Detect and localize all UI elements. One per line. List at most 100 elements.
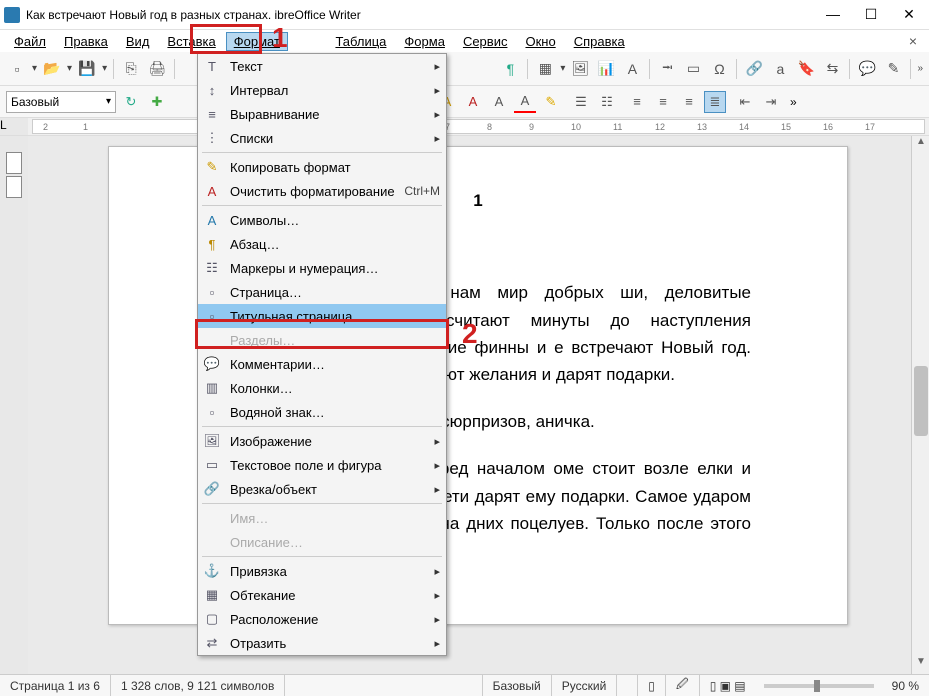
spacing-icon: ↕ <box>202 81 222 99</box>
callout-2-box <box>195 319 449 349</box>
minimize-button[interactable]: — <box>823 6 843 23</box>
menu-image[interactable]: 🖼Изображение▸ <box>198 429 446 453</box>
chevron-down-icon: ▾ <box>106 96 111 107</box>
menu-frame[interactable]: 🔗Врезка/объект▸ <box>198 477 446 501</box>
menu-arrange[interactable]: ▢Расположение▸ <box>198 607 446 631</box>
menu-wrap[interactable]: ▦Обтекание▸ <box>198 583 446 607</box>
clear-formatting-icon[interactable]: ✎ <box>540 91 562 113</box>
footnote-icon[interactable]: a <box>769 58 791 80</box>
menu-clone-formatting[interactable]: ✎Копировать формат <box>198 155 446 179</box>
menu-textbox-shape[interactable]: ▭Текстовое поле и фигура▸ <box>198 453 446 477</box>
indent-inc-icon[interactable]: ⇥ <box>760 91 782 113</box>
toolbar-overflow[interactable]: » <box>917 63 923 74</box>
status-insert[interactable] <box>617 675 638 696</box>
menu-window[interactable]: Окно <box>517 32 563 51</box>
menu-spacing[interactable]: ↕Интервал▸ <box>198 78 446 102</box>
brush-icon: ✎ <box>202 158 222 176</box>
update-style-icon[interactable]: ↻ <box>120 91 142 113</box>
toolbar2-overflow[interactable]: » <box>790 95 797 109</box>
callout-1-label: 1 <box>272 22 288 54</box>
menu-anchor[interactable]: ⚓Привязка▸ <box>198 559 446 583</box>
menu-edit[interactable]: Правка <box>56 32 116 51</box>
horizontal-ruler[interactable]: 2 1 6 7 8 9 10 11 12 13 14 15 16 17 <box>32 119 925 134</box>
fontcolor-icon[interactable]: A <box>462 91 484 113</box>
scroll-thumb[interactable] <box>914 366 928 436</box>
zoom-slider[interactable] <box>764 684 874 688</box>
page-icon: ▫ <box>202 283 222 301</box>
number-list-icon[interactable]: ☷ <box>596 91 618 113</box>
page-thumb[interactable] <box>6 176 22 198</box>
status-view-icons[interactable]: ▯ ▣ ▤ <box>700 675 756 696</box>
align-right-icon[interactable]: ≡ <box>678 91 700 113</box>
image-icon[interactable]: 🖼 <box>569 58 591 80</box>
chart-icon[interactable]: 📊 <box>595 58 617 80</box>
print-icon[interactable]: 🖨 <box>146 58 168 80</box>
page-pane <box>0 136 28 674</box>
status-zoom[interactable]: 90 % <box>882 675 929 696</box>
align-left-icon[interactable]: ≡ <box>626 91 648 113</box>
bookmark-icon[interactable]: 🔖 <box>795 58 817 80</box>
anchor-icon: ⚓ <box>202 562 222 580</box>
status-selection[interactable]: ▯ <box>638 675 666 696</box>
menu-page[interactable]: ▫Страница… <box>198 280 446 304</box>
close-document-button[interactable]: × <box>903 33 923 49</box>
menu-text[interactable]: TТекст▸ <box>198 54 446 78</box>
status-sig[interactable]: 🖉 <box>666 675 700 696</box>
format-dropdown: TТекст▸ ↕Интервал▸ ≡Выравнивание▸ ⋮Списк… <box>197 53 447 656</box>
indent-dec-icon[interactable]: ⇤ <box>734 91 756 113</box>
menu-table[interactable]: Таблица <box>327 32 394 51</box>
menu-paragraph[interactable]: ¶Абзац… <box>198 232 446 256</box>
menu-watermark[interactable]: ▫Водяной знак… <box>198 400 446 424</box>
bullets-icon: ☷ <box>202 259 222 277</box>
status-wordcount[interactable]: 1 328 слов, 9 121 символов <box>111 675 285 696</box>
paragraph-style-combo[interactable]: Базовый ▾ <box>6 91 116 113</box>
status-language[interactable]: Русский <box>552 675 618 696</box>
underline-color-icon[interactable]: A <box>514 91 536 113</box>
menu-bullets[interactable]: ☷Маркеры и нумерация… <box>198 256 446 280</box>
vertical-scrollbar[interactable]: ▲ ▼ <box>911 136 929 674</box>
bullet-list-icon[interactable]: ☰ <box>570 91 592 113</box>
menu-lists[interactable]: ⋮Списки▸ <box>198 126 446 150</box>
menu-character[interactable]: AСимволы… <box>198 208 446 232</box>
new-style-icon[interactable]: ✚ <box>146 91 168 113</box>
pilcrow-icon[interactable]: ¶ <box>499 58 521 80</box>
comment-icon[interactable]: 💬 <box>856 58 878 80</box>
maximize-button[interactable]: ☐ <box>861 6 881 23</box>
status-style[interactable]: Базовый <box>483 675 552 696</box>
flip-icon: ⇄ <box>202 634 222 652</box>
document-area: 1 зных странах й праздник, открывающий н… <box>0 136 929 674</box>
menu-form[interactable]: Форма <box>396 32 453 51</box>
menu-align[interactable]: ≡Выравнивание▸ <box>198 102 446 126</box>
new-doc-icon[interactable]: ▫ <box>6 58 28 80</box>
menu-tools[interactable]: Сервис <box>455 32 516 51</box>
menu-flip[interactable]: ⇄Отразить▸ <box>198 631 446 655</box>
menu-clear-formatting[interactable]: AОчистить форматированиеCtrl+M <box>198 179 446 203</box>
close-button[interactable]: ✕ <box>899 6 919 23</box>
char-bg-icon[interactable]: A <box>488 91 510 113</box>
table-icon[interactable]: ▦ <box>534 58 556 80</box>
menu-help[interactable]: Справка <box>566 32 633 51</box>
document-viewport[interactable]: 1 зных странах й праздник, открывающий н… <box>28 136 911 674</box>
arrange-icon: ▢ <box>202 610 222 628</box>
menu-view[interactable]: Вид <box>118 32 158 51</box>
status-page[interactable]: Страница 1 из 6 <box>0 675 111 696</box>
field-icon[interactable]: ▭ <box>682 58 704 80</box>
save-icon[interactable]: 💾 <box>76 58 98 80</box>
export-pdf-icon[interactable]: ⎘ <box>120 58 142 80</box>
specialchar-icon[interactable]: Ω <box>708 58 730 80</box>
page-thumb[interactable] <box>6 152 22 174</box>
textbox-icon[interactable]: A <box>621 58 643 80</box>
crossref-icon[interactable]: ⇆ <box>821 58 843 80</box>
scroll-up-icon[interactable]: ▲ <box>912 136 929 154</box>
menu-comments[interactable]: 💬Комментарии… <box>198 352 446 376</box>
scroll-down-icon[interactable]: ▼ <box>912 656 929 674</box>
open-icon[interactable]: 📂 <box>41 58 63 80</box>
text-icon: T <box>202 57 222 75</box>
pagebreak-icon[interactable]: ⭲ <box>656 58 678 80</box>
align-justify-icon[interactable]: ≣ <box>704 91 726 113</box>
hyperlink-icon[interactable]: 🔗 <box>743 58 765 80</box>
trackchanges-icon[interactable]: ✎ <box>882 58 904 80</box>
align-center-icon[interactable]: ≡ <box>652 91 674 113</box>
menu-columns[interactable]: ▥Колонки… <box>198 376 446 400</box>
menu-file[interactable]: Файл <box>6 32 54 51</box>
